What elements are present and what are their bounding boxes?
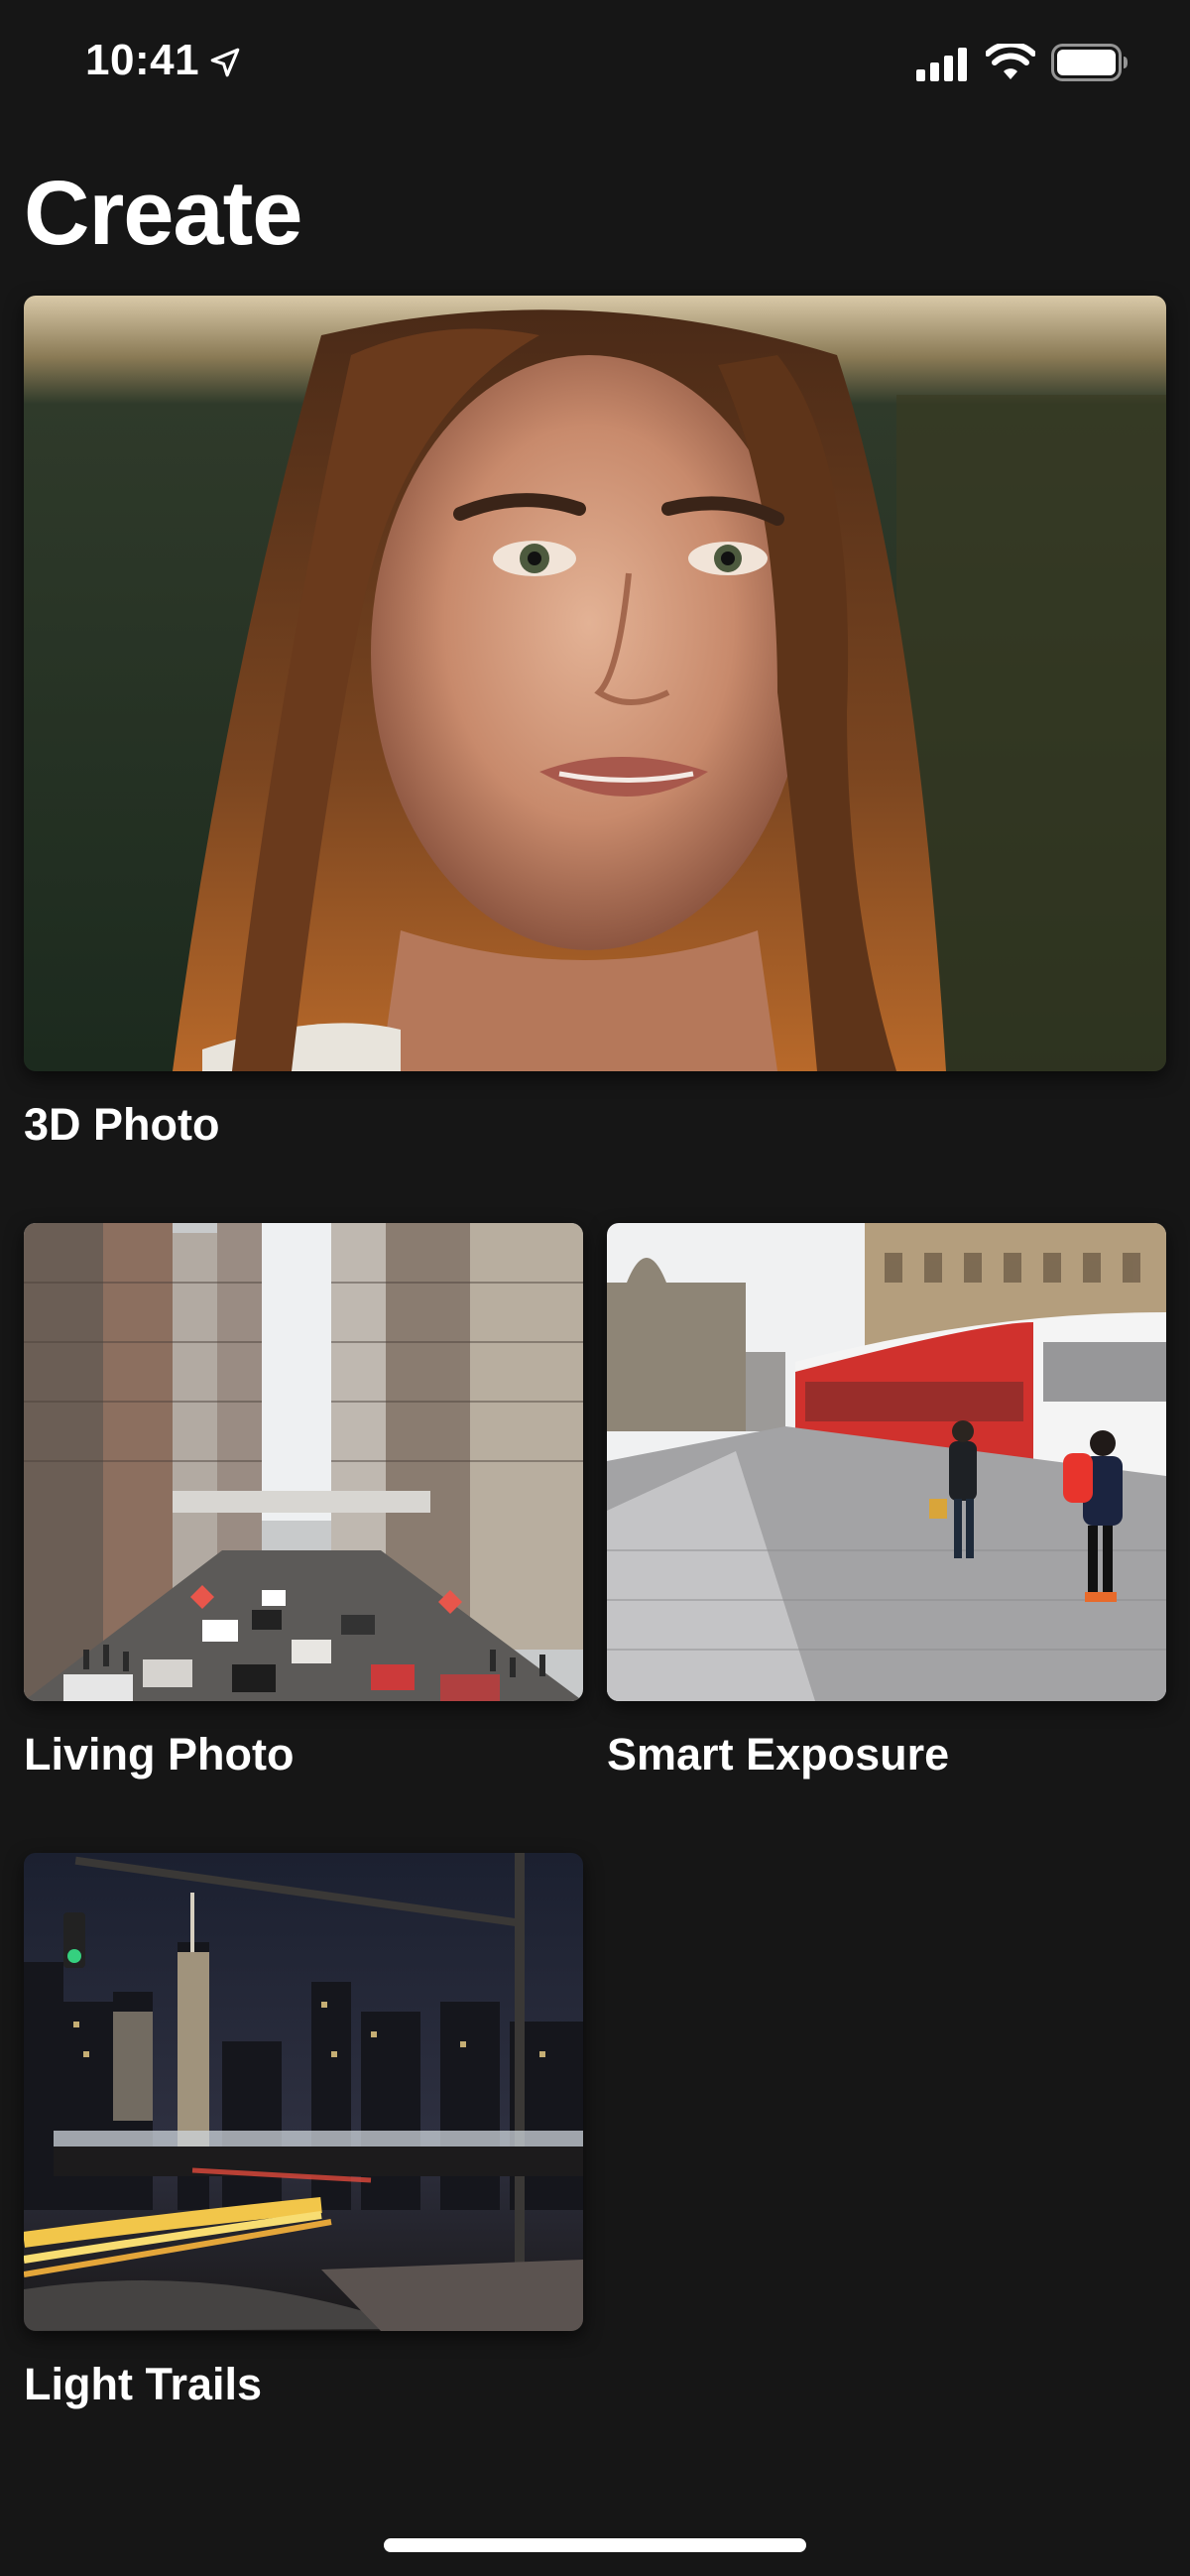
card-label-3d-photo: 3D Photo (24, 1099, 220, 1150)
thumbnail-living-photo[interactable] (24, 1223, 583, 1701)
card-label-smart-exposure: Smart Exposure (607, 1729, 950, 1779)
card-label-living-photo: Living Photo (24, 1729, 295, 1779)
page-title: Create (24, 163, 302, 264)
card-light-trails[interactable]: Light Trails (24, 1853, 583, 2410)
portrait-image (24, 296, 1166, 1071)
home-indicator[interactable] (384, 2538, 806, 2552)
cellular-signal-icon (916, 48, 967, 81)
create-screen: 10:41 Create 3D Photo Living Photo Smart… (0, 0, 1190, 2576)
night-city-image (24, 1853, 583, 2331)
card-label-light-trails: Light Trails (24, 2359, 263, 2409)
thumbnail-3d-photo[interactable] (24, 296, 1166, 1071)
thumbnail-smart-exposure[interactable] (607, 1223, 1166, 1701)
status-bar: 10:41 (0, 0, 1190, 129)
card-smart-exposure[interactable]: Smart Exposure (607, 1223, 1166, 1780)
city-street-image (24, 1223, 583, 1701)
wifi-icon (986, 44, 1035, 79)
location-arrow-icon (210, 48, 240, 77)
card-3d-photo[interactable]: 3D Photo (24, 296, 1166, 1151)
battery-icon (1051, 44, 1128, 81)
status-time: 10:41 (85, 36, 200, 84)
thumbnail-light-trails[interactable] (24, 1853, 583, 2331)
card-living-photo[interactable]: Living Photo (24, 1223, 583, 1780)
tram-plaza-image (607, 1223, 1166, 1701)
